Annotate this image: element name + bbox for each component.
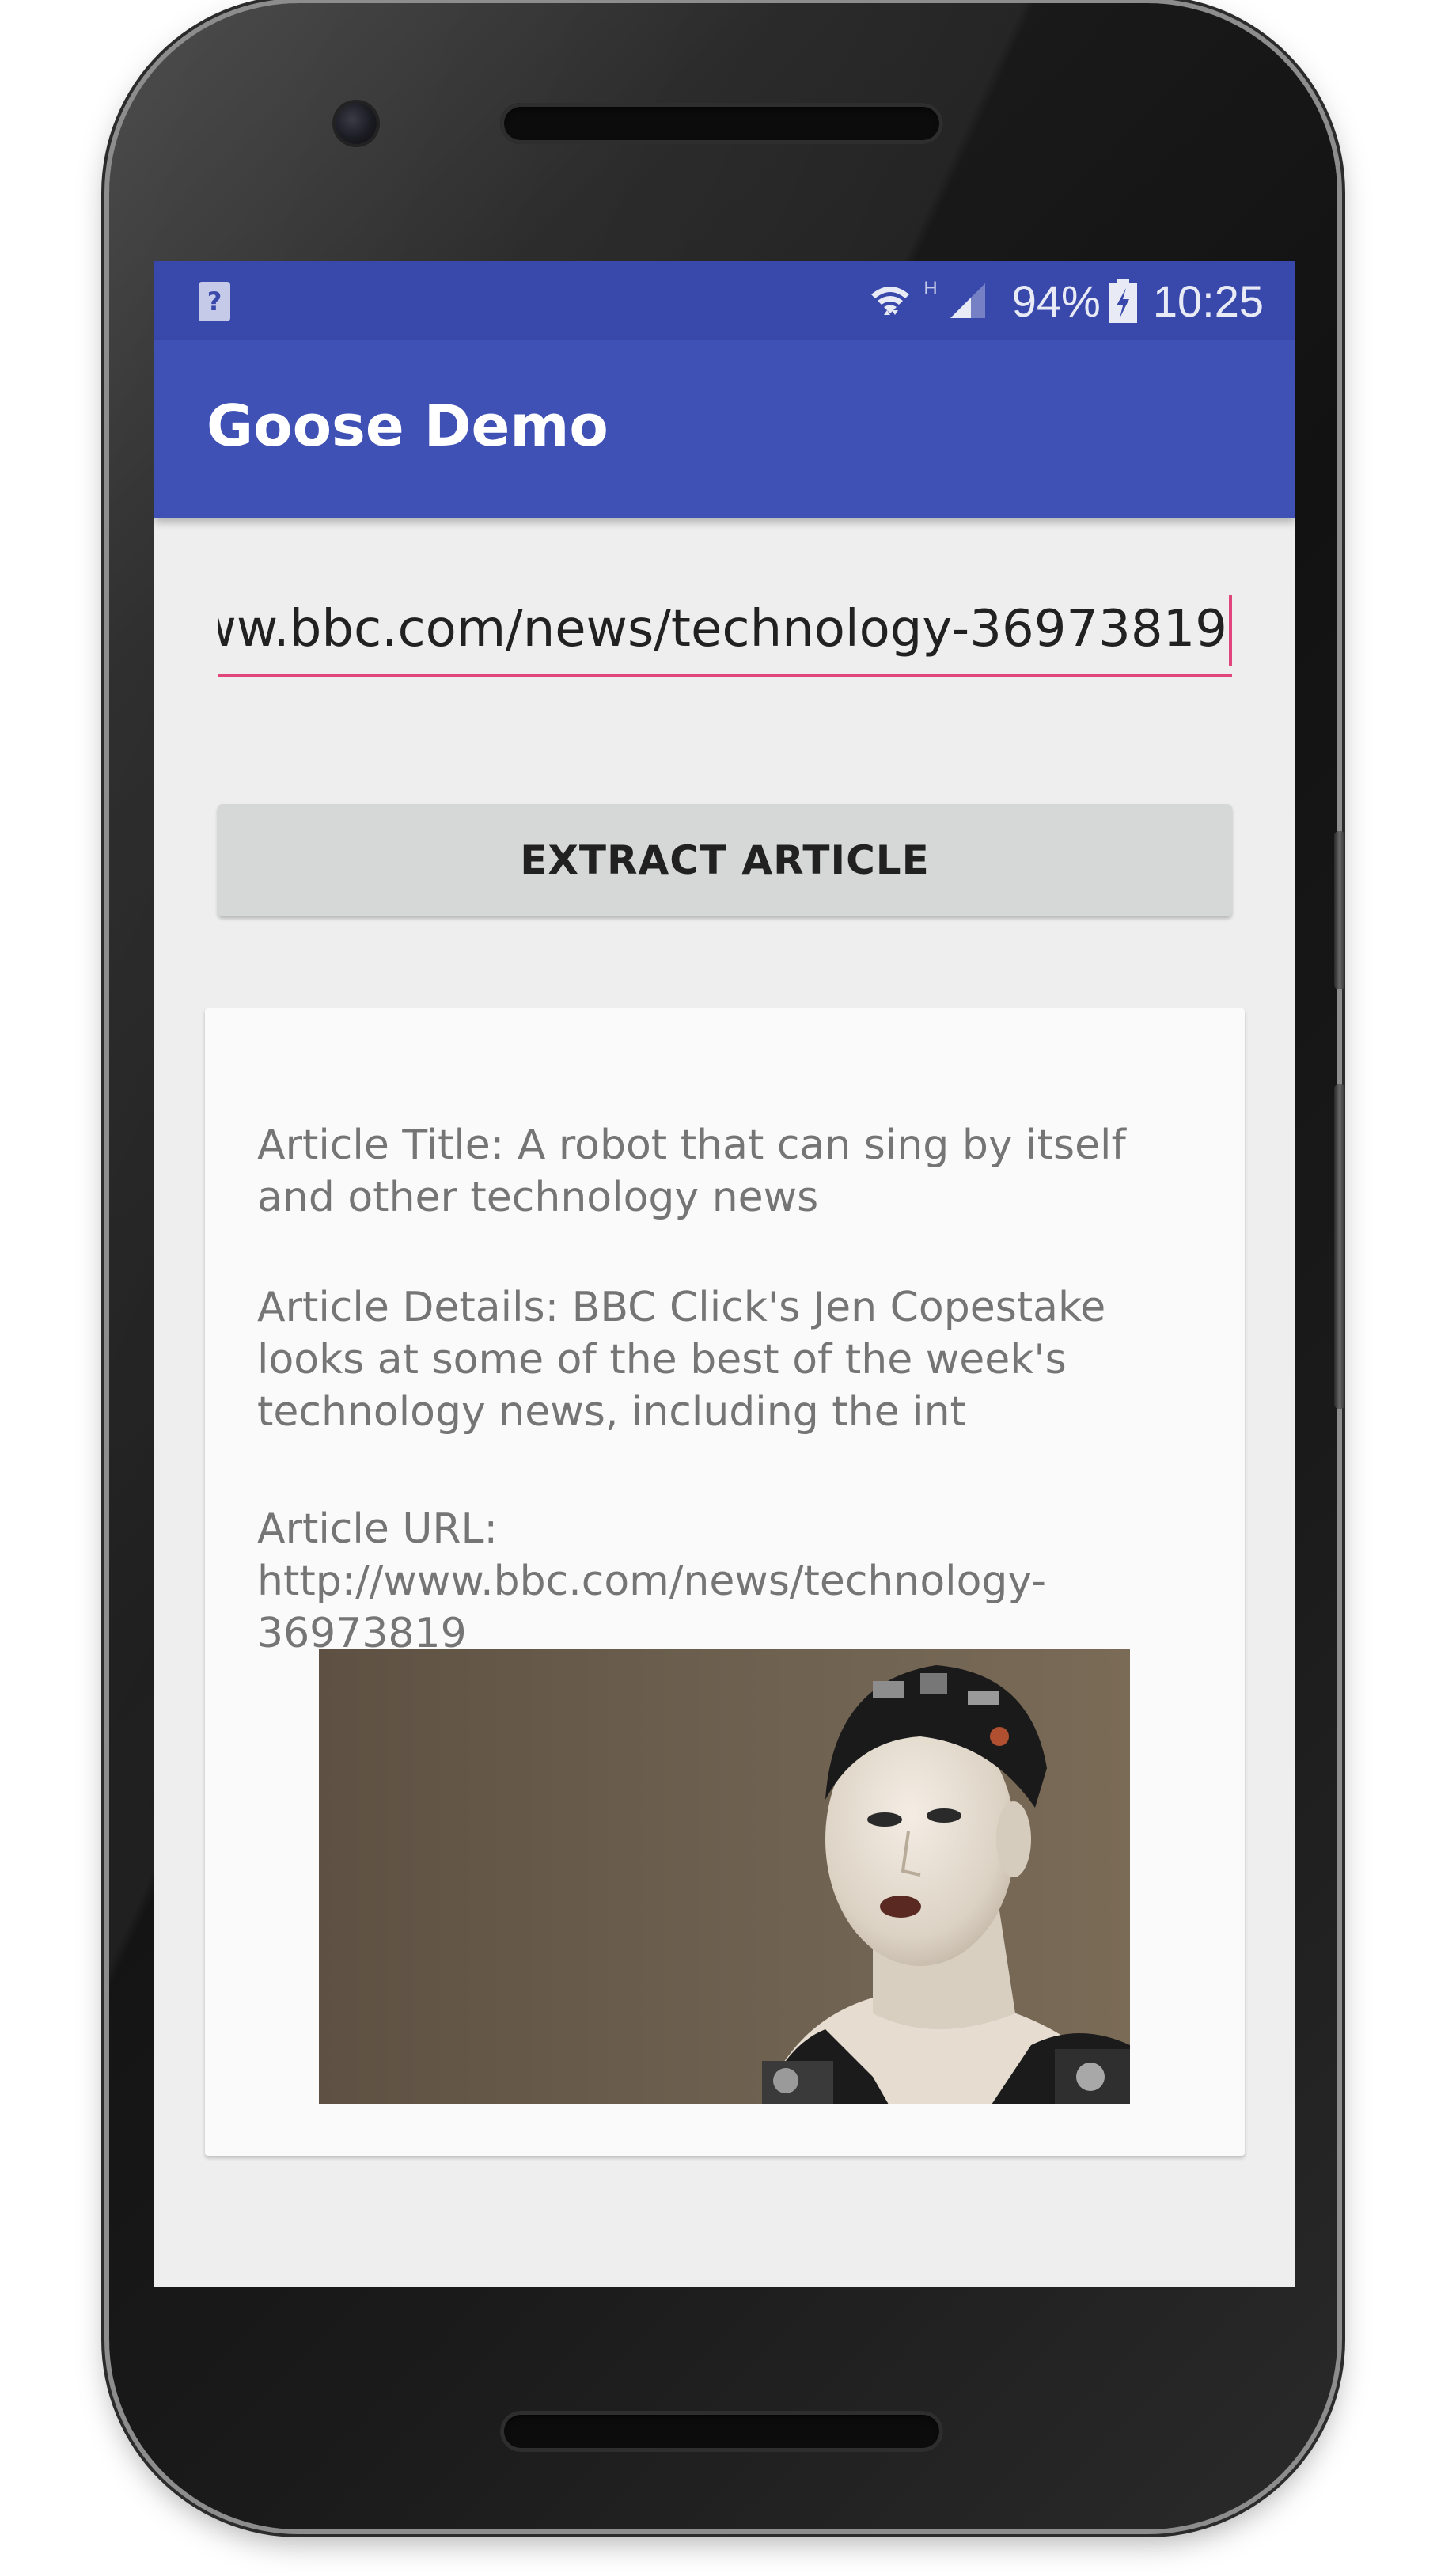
signal-icon [950,283,985,318]
android-robot-image [319,1649,1130,2104]
bottom-speaker [500,2411,943,2452]
battery-charging-icon [1108,279,1137,323]
wifi-icon [871,287,910,315]
battery-percent: 94% [1011,275,1101,326]
status-clock: 10:25 [1152,275,1264,326]
extract-article-button[interactable]: EXTRACT ARTICLE [218,804,1232,916]
main-content: ww.bbc.com/news/technology-36973819 EXTR… [154,518,1295,2287]
earpiece-speaker [500,103,943,144]
url-input[interactable]: ww.bbc.com/news/technology-36973819 [218,587,1232,677]
network-type-label: H [923,278,938,299]
volume-rocker [1334,1084,1345,1409]
device-screen: ? H 94% 10:25 Goose Demo ww.bbc.com/news… [154,261,1295,2287]
article-details-text: Article Details: BBC Click's Jen Copesta… [257,1284,1106,1436]
status-indicators: H 94% 10:25 [868,261,1264,340]
power-button [1334,831,1345,989]
article-url-text: Article URL: http://www.bbc.com/news/tec… [257,1505,1047,1657]
article-card: Article Title: A robot that can sing by … [205,1008,1245,2156]
front-camera [336,103,377,144]
robot-photo-graphic [319,1649,1130,2104]
text-cursor [1229,595,1232,666]
url-input-value: ww.bbc.com/news/technology-36973819 [218,600,1227,658]
status-bar: ? H 94% 10:25 [154,261,1295,340]
app-toolbar: Goose Demo [154,340,1295,518]
unknown-notification-icon: ? [199,282,230,321]
app-title: Goose Demo [207,393,609,459]
article-title-text: Article Title: A robot that can sing by … [257,1121,1126,1221]
